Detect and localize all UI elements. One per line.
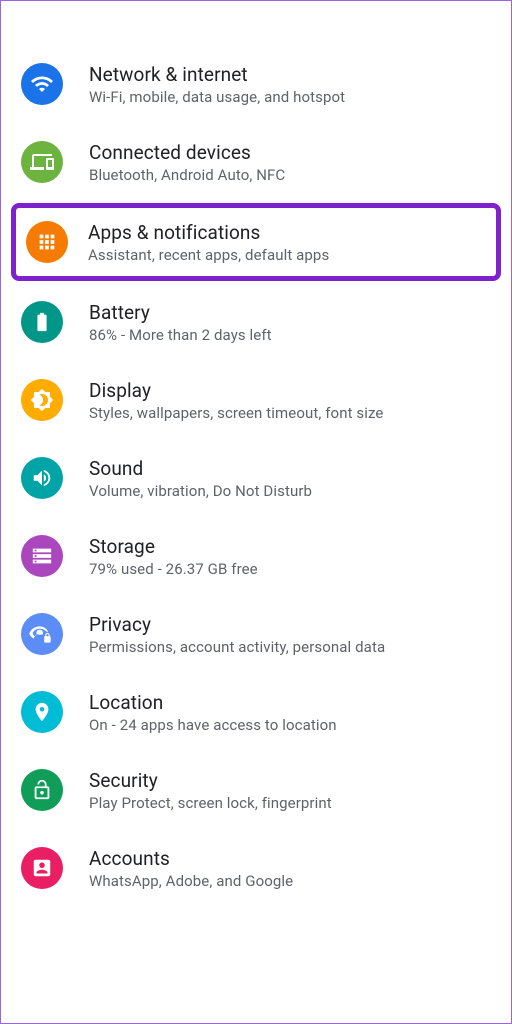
item-title: Apps & notifications: [88, 221, 329, 244]
item-accounts[interactable]: Accounts WhatsApp, Adobe, and Google: [1, 829, 511, 907]
item-title: Security: [89, 769, 332, 792]
item-text: Sound Volume, vibration, Do Not Disturb: [89, 457, 312, 500]
item-text: Privacy Permissions, account activity, p…: [89, 613, 385, 656]
item-sound[interactable]: Sound Volume, vibration, Do Not Disturb: [1, 439, 511, 517]
item-location[interactable]: Location On - 24 apps have access to loc…: [1, 673, 511, 751]
item-title: Accounts: [89, 847, 293, 870]
storage-icon: [21, 535, 63, 577]
item-title: Display: [89, 379, 383, 402]
item-subtitle: 86% - More than 2 days left: [89, 326, 272, 344]
item-title: Sound: [89, 457, 312, 480]
apps-icon: [26, 221, 68, 263]
item-text: Apps & notifications Assistant, recent a…: [88, 221, 329, 264]
item-connected-devices[interactable]: Connected devices Bluetooth, Android Aut…: [1, 123, 511, 201]
eye-lock-icon: [21, 613, 63, 655]
item-text: Battery 86% - More than 2 days left: [89, 301, 272, 344]
item-title: Connected devices: [89, 141, 285, 164]
item-text: Display Styles, wallpapers, screen timeo…: [89, 379, 383, 422]
item-battery[interactable]: Battery 86% - More than 2 days left: [1, 283, 511, 361]
item-subtitle: Permissions, account activity, personal …: [89, 638, 385, 656]
item-privacy[interactable]: Privacy Permissions, account activity, p…: [1, 595, 511, 673]
item-subtitle: Wi-Fi, mobile, data usage, and hotspot: [89, 88, 345, 106]
item-display[interactable]: Display Styles, wallpapers, screen timeo…: [1, 361, 511, 439]
item-text: Location On - 24 apps have access to loc…: [89, 691, 337, 734]
item-text: Accounts WhatsApp, Adobe, and Google: [89, 847, 293, 890]
item-subtitle: WhatsApp, Adobe, and Google: [89, 872, 293, 890]
item-title: Privacy: [89, 613, 385, 636]
item-title: Battery: [89, 301, 272, 324]
item-subtitle: Assistant, recent apps, default apps: [88, 246, 329, 264]
item-subtitle: On - 24 apps have access to location: [89, 716, 337, 734]
battery-icon: [21, 301, 63, 343]
item-apps-notifications[interactable]: Apps & notifications Assistant, recent a…: [11, 203, 501, 281]
location-icon: [21, 691, 63, 733]
item-subtitle: Play Protect, screen lock, fingerprint: [89, 794, 332, 812]
item-subtitle: Styles, wallpapers, screen timeout, font…: [89, 404, 383, 422]
settings-list: Network & internet Wi-Fi, mobile, data u…: [1, 1, 511, 907]
item-network[interactable]: Network & internet Wi-Fi, mobile, data u…: [1, 45, 511, 123]
item-text: Security Play Protect, screen lock, fing…: [89, 769, 332, 812]
item-title: Location: [89, 691, 337, 714]
item-subtitle: Bluetooth, Android Auto, NFC: [89, 166, 285, 184]
volume-icon: [21, 457, 63, 499]
item-text: Network & internet Wi-Fi, mobile, data u…: [89, 63, 345, 106]
item-title: Storage: [89, 535, 258, 558]
devices-icon: [21, 141, 63, 183]
brightness-icon: [21, 379, 63, 421]
item-subtitle: 79% used - 26.37 GB free: [89, 560, 258, 578]
item-subtitle: Volume, vibration, Do Not Disturb: [89, 482, 312, 500]
item-text: Connected devices Bluetooth, Android Aut…: [89, 141, 285, 184]
wifi-icon: [21, 63, 63, 105]
item-security[interactable]: Security Play Protect, screen lock, fing…: [1, 751, 511, 829]
item-storage[interactable]: Storage 79% used - 26.37 GB free: [1, 517, 511, 595]
item-title: Network & internet: [89, 63, 345, 86]
account-icon: [21, 847, 63, 889]
item-text: Storage 79% used - 26.37 GB free: [89, 535, 258, 578]
lock-open-icon: [21, 769, 63, 811]
